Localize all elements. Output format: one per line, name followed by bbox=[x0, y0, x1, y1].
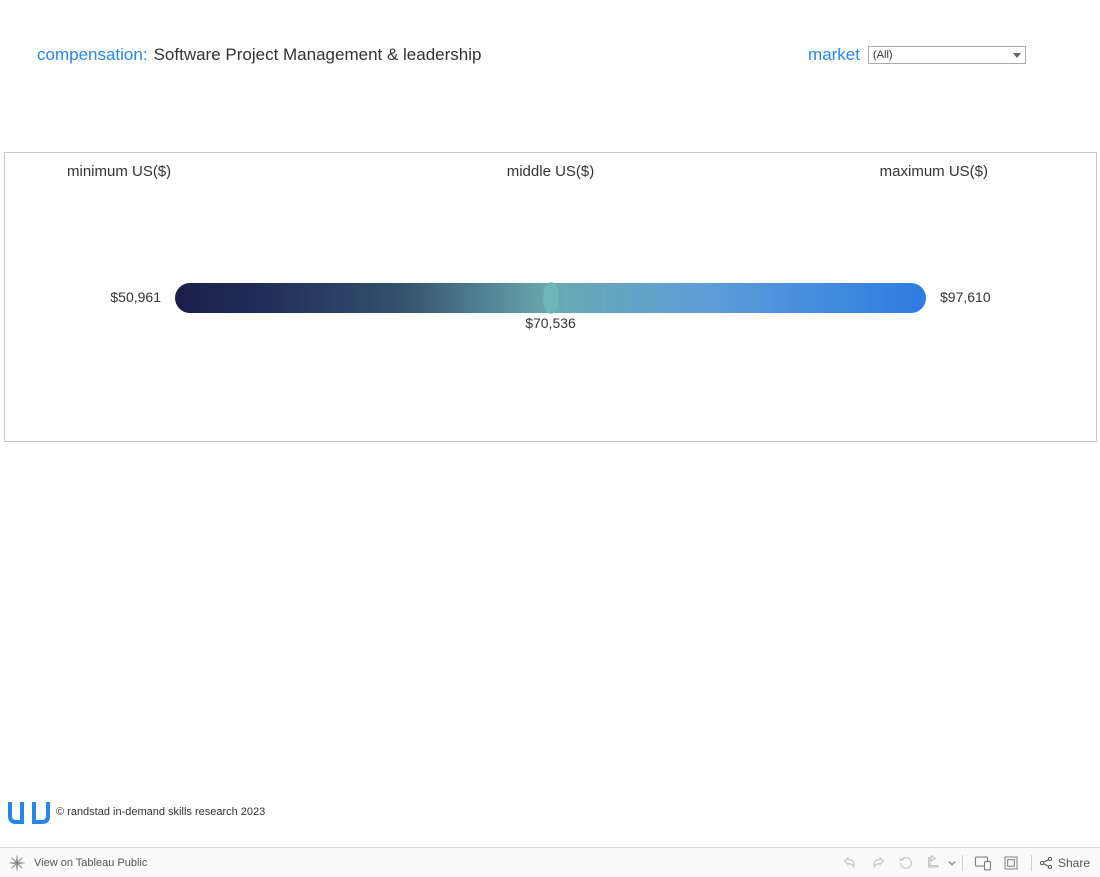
salary-min-value: $50,961 bbox=[110, 289, 161, 305]
replay-button-group[interactable] bbox=[920, 852, 956, 874]
market-filter-group: market (All) bbox=[808, 45, 1026, 65]
device-preview-icon bbox=[974, 855, 992, 871]
market-filter-select[interactable]: (All) bbox=[868, 46, 1026, 64]
market-filter-label: market bbox=[808, 45, 860, 65]
chevron-down-icon bbox=[948, 859, 956, 867]
column-header-min: minimum US($) bbox=[67, 163, 171, 180]
title-value: Software Project Management & leadership bbox=[154, 45, 482, 65]
salary-range-bar-wrap: $50,961 $97,610 $70,536 bbox=[175, 283, 926, 313]
page-title-group: compensation: Software Project Managemen… bbox=[37, 45, 481, 65]
column-header-max: maximum US($) bbox=[880, 163, 988, 180]
tableau-toolbar: View on Tableau Public bbox=[0, 847, 1100, 877]
randstad-logo-icon bbox=[8, 800, 50, 824]
replay-icon bbox=[926, 855, 942, 871]
header-row: compensation: Software Project Managemen… bbox=[37, 40, 1026, 70]
market-filter-selected-value: (All) bbox=[873, 49, 893, 61]
tableau-logo-icon[interactable] bbox=[8, 854, 26, 872]
undo-button[interactable] bbox=[836, 852, 864, 874]
attribution-row: © randstad in-demand skills research 202… bbox=[8, 800, 265, 824]
redo-icon bbox=[870, 855, 886, 871]
undo-icon bbox=[842, 855, 858, 871]
column-header-mid: middle US($) bbox=[507, 163, 595, 180]
fullscreen-button[interactable] bbox=[997, 852, 1025, 874]
view-on-tableau-link[interactable]: View on Tableau Public bbox=[34, 857, 147, 869]
title-prefix: compensation: bbox=[37, 45, 148, 65]
attribution-text: © randstad in-demand skills research 202… bbox=[56, 806, 265, 818]
revert-icon bbox=[898, 855, 914, 871]
revert-button[interactable] bbox=[892, 852, 920, 874]
replay-button[interactable] bbox=[920, 852, 948, 874]
salary-mid-value: $70,536 bbox=[525, 315, 576, 331]
compensation-chart: minimum US($) middle US($) maximum US($)… bbox=[4, 152, 1097, 442]
toolbar-separator bbox=[962, 855, 963, 871]
share-icon bbox=[1038, 855, 1054, 871]
redo-button[interactable] bbox=[864, 852, 892, 874]
salary-max-value: $97,610 bbox=[940, 289, 991, 305]
salary-middle-marker[interactable] bbox=[543, 282, 559, 314]
fullscreen-icon bbox=[1003, 855, 1019, 871]
device-preview-button[interactable] bbox=[969, 852, 997, 874]
share-button[interactable]: Share bbox=[1038, 855, 1090, 871]
toolbar-separator-2 bbox=[1031, 855, 1032, 871]
share-label: Share bbox=[1058, 856, 1090, 870]
